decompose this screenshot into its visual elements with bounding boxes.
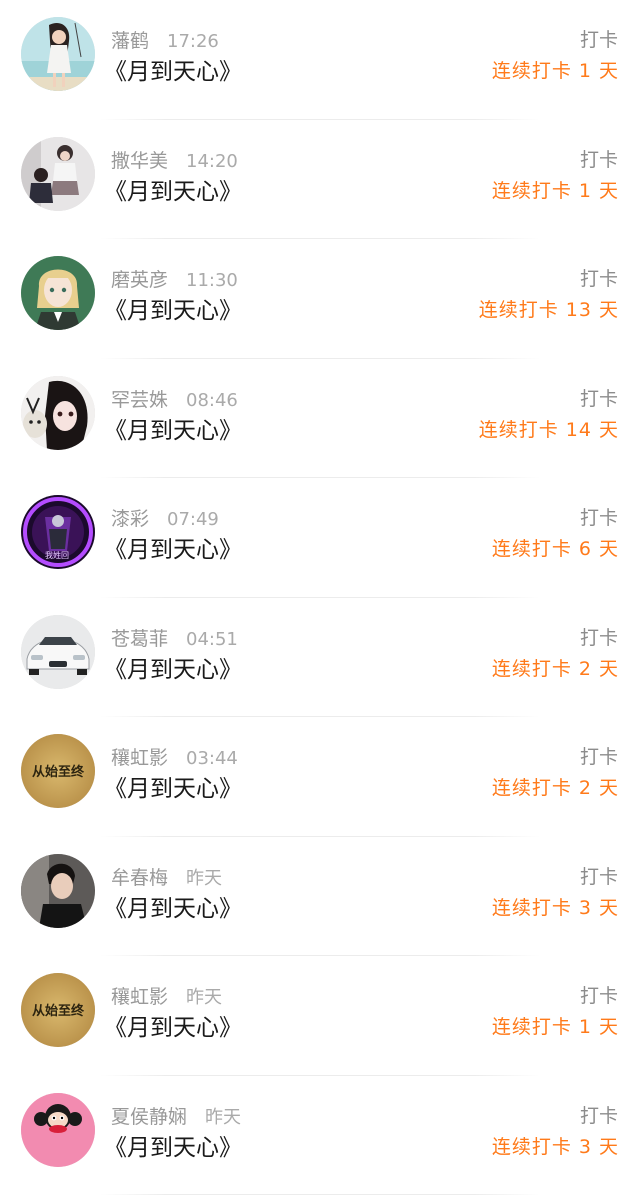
checkin-time: 14:20 bbox=[186, 150, 238, 172]
checkin-button[interactable]: 打卡 bbox=[580, 745, 618, 769]
book-title: 《月到天心》 bbox=[104, 1015, 242, 1041]
book-title: 《月到天心》 bbox=[104, 178, 242, 205]
list-item[interactable]: 罕芸姝 08:46 《月到天心》 打卡 连续打卡 14 天 bbox=[0, 359, 640, 478]
checkin-button[interactable]: 打卡 bbox=[580, 148, 618, 172]
user-name[interactable]: 撒华美 bbox=[111, 150, 168, 172]
checkin-button[interactable]: 打卡 bbox=[580, 1104, 618, 1128]
couple-photo-avatar[interactable] bbox=[21, 136, 95, 211]
purple-graphic-avatar[interactable]: 我姓回 bbox=[21, 495, 95, 569]
user-name-line: 穰虹影 03:44 bbox=[111, 746, 238, 770]
streak-count: 连续打卡 3 天 bbox=[491, 896, 619, 919]
user-name[interactable]: 漆彩 bbox=[111, 508, 149, 530]
user-name[interactable]: 罕芸姝 bbox=[111, 389, 168, 411]
monkey-face-avatar[interactable] bbox=[21, 1092, 95, 1167]
book-title: 《月到天心》 bbox=[104, 656, 242, 683]
checkin-list: 藩鹤 17:26 《月到天心》 打卡 连续打卡 1 天 撒华美 14:20 《月到天… bbox=[0, 0, 640, 1195]
man-portrait-avatar[interactable] bbox=[21, 853, 95, 928]
avatar-text: 从始至终 bbox=[32, 1003, 85, 1019]
book-title: 《月到天心》 bbox=[104, 59, 242, 85]
book-title: 《月到天心》 bbox=[104, 417, 242, 444]
user-name-line: 苍葛菲 04:51 bbox=[111, 627, 238, 651]
list-item[interactable]: 苍葛菲 04:51 《月到天心》 打卡 连续打卡 2 天 bbox=[0, 598, 640, 717]
checkin-time: 11:30 bbox=[186, 270, 238, 291]
checkin-time: 昨天 bbox=[205, 1106, 242, 1128]
user-name-line: 撒华美 14:20 bbox=[111, 149, 238, 173]
streak-count: 连续打卡 13 天 bbox=[478, 299, 619, 321]
streak-count: 连续打卡 3 天 bbox=[491, 1135, 619, 1158]
book-title: 《月到天心》 bbox=[104, 537, 242, 563]
checkin-time: 07:49 bbox=[167, 509, 219, 530]
streak-count: 连续打卡 1 天 bbox=[491, 60, 619, 82]
list-item[interactable]: 我姓回 漆彩 07:49 《月到天心》 打卡 连续打卡 6 天 bbox=[0, 478, 640, 598]
streak-count: 连续打卡 2 天 bbox=[491, 777, 619, 799]
checkin-time: 04:51 bbox=[186, 628, 238, 650]
checkin-time: 昨天 bbox=[186, 867, 223, 889]
girl-beach-avatar[interactable] bbox=[21, 17, 95, 91]
checkin-button[interactable]: 打卡 bbox=[580, 28, 618, 52]
list-item[interactable]: 从始至终 穰虹影 03:44 《月到天心》 打卡 连续打卡 2 天 bbox=[0, 717, 640, 837]
user-name-line: 漆彩 07:49 bbox=[111, 507, 219, 531]
white-car-avatar[interactable] bbox=[21, 614, 95, 689]
avatar-text: 我姓回 bbox=[45, 550, 69, 560]
avatar-text: 从始至终 bbox=[32, 764, 85, 780]
anime-blonde-avatar[interactable] bbox=[21, 256, 95, 330]
user-name-line: 夏侯静娴 昨天 bbox=[111, 1105, 241, 1129]
user-name[interactable]: 藩鹤 bbox=[111, 30, 149, 52]
book-title: 《月到天心》 bbox=[104, 776, 242, 802]
checkin-button[interactable]: 打卡 bbox=[580, 865, 618, 889]
anime-girl-cat-avatar[interactable] bbox=[21, 375, 95, 450]
book-title: 《月到天心》 bbox=[104, 298, 242, 324]
checkin-button[interactable]: 打卡 bbox=[580, 387, 618, 411]
checkin-button[interactable]: 打卡 bbox=[580, 626, 618, 650]
streak-count: 连续打卡 14 天 bbox=[478, 418, 619, 441]
user-name[interactable]: 牟春梅 bbox=[111, 867, 168, 889]
checkin-button[interactable]: 打卡 bbox=[580, 267, 618, 291]
text-badge-avatar[interactable]: 从始至终 bbox=[21, 973, 95, 1047]
user-name[interactable]: 夏侯静娴 bbox=[111, 1106, 187, 1128]
streak-count: 连续打卡 1 天 bbox=[491, 1016, 619, 1038]
user-name-line: 穰虹影 昨天 bbox=[111, 985, 222, 1009]
streak-count: 连续打卡 2 天 bbox=[491, 657, 619, 680]
user-name-line: 罕芸姝 08:46 bbox=[111, 388, 238, 412]
user-name[interactable]: 穰虹影 bbox=[111, 986, 168, 1008]
list-item[interactable]: 磨英彦 11:30 《月到天心》 打卡 连续打卡 13 天 bbox=[0, 239, 640, 359]
list-item[interactable]: 牟春梅 昨天 《月到天心》 打卡 连续打卡 3 天 bbox=[0, 837, 640, 956]
checkin-button[interactable]: 打卡 bbox=[580, 984, 618, 1008]
book-title: 《月到天心》 bbox=[104, 895, 242, 922]
checkin-time: 17:26 bbox=[167, 31, 219, 52]
user-name[interactable]: 穰虹影 bbox=[111, 747, 168, 769]
streak-count: 连续打卡 6 天 bbox=[491, 538, 619, 560]
checkin-time: 昨天 bbox=[186, 987, 223, 1008]
checkin-time: 03:44 bbox=[186, 748, 238, 769]
user-name[interactable]: 苍葛菲 bbox=[111, 628, 168, 650]
user-name-line: 藩鹤 17:26 bbox=[111, 29, 219, 53]
list-item[interactable]: 夏侯静娴 昨天 《月到天心》 打卡 连续打卡 3 天 bbox=[0, 1076, 640, 1195]
checkin-button[interactable]: 打卡 bbox=[580, 506, 618, 530]
text-badge-avatar[interactable]: 从始至终 bbox=[21, 734, 95, 808]
streak-count: 连续打卡 1 天 bbox=[491, 179, 619, 202]
divider bbox=[100, 1194, 540, 1195]
list-item[interactable]: 藩鹤 17:26 《月到天心》 打卡 连续打卡 1 天 bbox=[0, 0, 640, 120]
list-item[interactable]: 撒华美 14:20 《月到天心》 打卡 连续打卡 1 天 bbox=[0, 120, 640, 239]
user-name-line: 牟春梅 昨天 bbox=[111, 866, 222, 890]
checkin-time: 08:46 bbox=[186, 389, 238, 411]
book-title: 《月到天心》 bbox=[104, 1134, 242, 1161]
user-name[interactable]: 磨英彦 bbox=[111, 269, 168, 291]
list-item[interactable]: 从始至终 穰虹影 昨天 《月到天心》 打卡 连续打卡 1 天 bbox=[0, 956, 640, 1076]
user-name-line: 磨英彦 11:30 bbox=[111, 268, 238, 292]
